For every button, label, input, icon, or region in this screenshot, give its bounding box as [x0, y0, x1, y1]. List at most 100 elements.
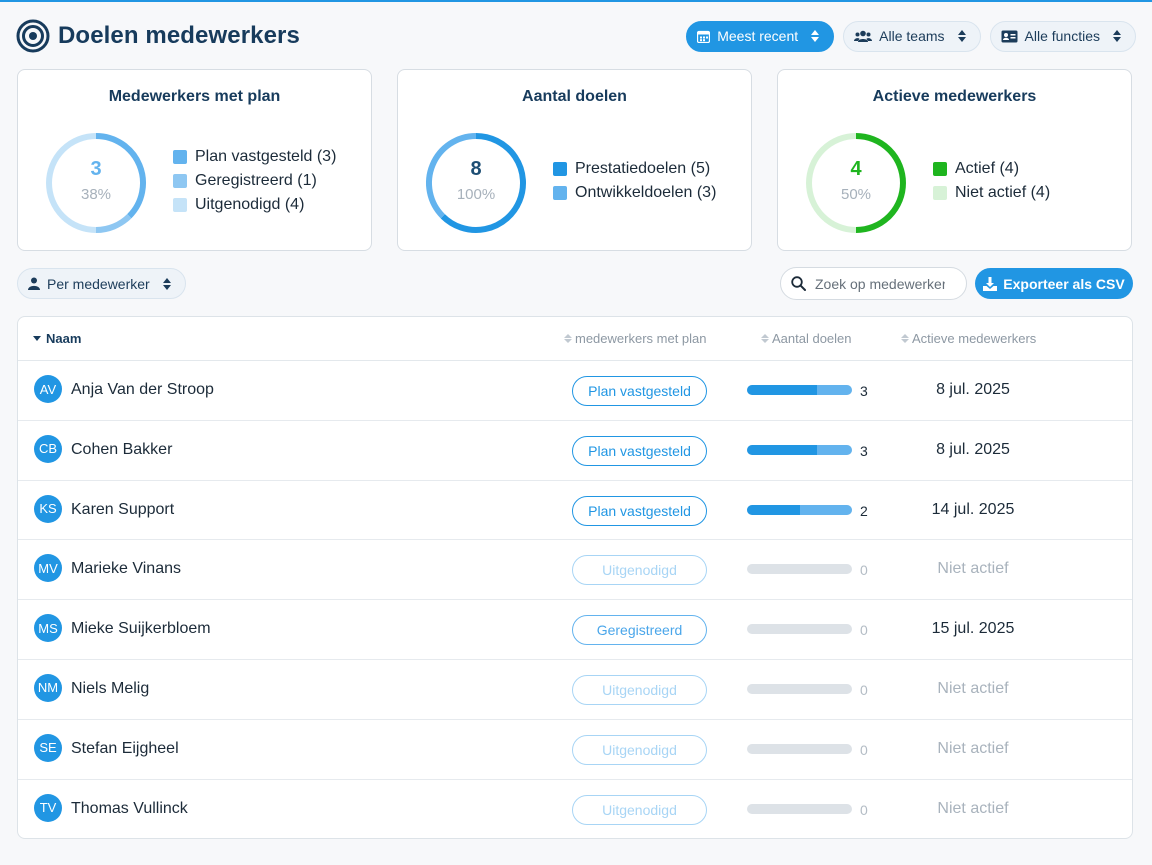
employee-name[interactable]: Marieke Vinans: [71, 560, 181, 578]
donut-segment: [806, 133, 857, 233]
table-row[interactable]: NM Niels Melig Uitgenodigd 0 Niet actief: [18, 660, 1132, 720]
goals-progress-bar: [747, 624, 852, 635]
plan-status-badge: Geregistreerd: [572, 615, 707, 646]
goals-progress-bar: [747, 444, 852, 455]
avatar: NM: [34, 673, 62, 702]
legend-swatch: [173, 198, 187, 212]
goals-progress-bar: [747, 743, 852, 754]
donut-percent: 100%: [456, 186, 496, 203]
last-active: 8 jul. 2025: [936, 381, 1010, 398]
card-active-employees: Actieve medewerkers 4 50% Actief (4) Nie…: [777, 69, 1132, 251]
user-icon: [28, 277, 40, 290]
table-row[interactable]: SE Stefan Eijgheel Uitgenodigd 0 Niet actief: [18, 720, 1132, 780]
legend: Plan vastgesteld (3) Geregistreerd (1) U…: [173, 148, 336, 214]
avatar: AV: [34, 375, 62, 403]
top-accent-line: [0, 0, 1152, 2]
donut-chart: [46, 133, 146, 233]
donut-percent: 50%: [840, 186, 872, 203]
table-row[interactable]: MS Mieke Suijkerbloem Geregistreerd 0 15 jul…: [18, 600, 1132, 660]
donut-value: 3: [90, 158, 102, 180]
employee-name[interactable]: Cohen Bakker: [71, 441, 172, 459]
development-goals-segment: [816, 444, 852, 455]
last-active: 14 jul. 2025: [931, 500, 1015, 518]
column-header-name[interactable]: Naam: [33, 331, 81, 346]
updown-chevron-icon: [811, 30, 820, 42]
goals-progress-bar: [747, 683, 852, 694]
avatar: MS: [34, 614, 62, 643]
legend-swatch: [933, 162, 947, 176]
column-header-active[interactable]: Actieve medewerkers: [901, 331, 1036, 346]
goal-count: 0: [860, 681, 868, 698]
donut-value: 8: [470, 158, 482, 180]
last-active: Niet actief: [937, 560, 1009, 578]
column-header-label: Aantal doelen: [772, 331, 852, 346]
plan-status-badge: Plan vastgesteld: [572, 435, 707, 466]
team-filter-dropdown[interactable]: Alle teams: [843, 20, 981, 52]
function-filter-dropdown[interactable]: Alle functies: [989, 20, 1136, 52]
legend-swatch: [173, 174, 187, 188]
goal-count: 3: [860, 442, 868, 459]
column-header-label: Naam: [46, 331, 82, 346]
goal-count: 0: [860, 741, 868, 758]
group-by-dropdown[interactable]: Per medewerker: [17, 268, 186, 299]
donut-segment: [855, 133, 906, 233]
employee-name[interactable]: Mieke Suijkerbloem: [71, 620, 211, 638]
search-input[interactable]: [815, 275, 945, 292]
page-title: Doelen medewerkers: [58, 22, 300, 49]
donut-chart: [806, 133, 906, 233]
column-header-goals[interactable]: Aantal doelen: [761, 331, 852, 346]
legend-label: Geregistreerd (1): [195, 172, 317, 189]
table-body: AV Anja Van der Stroop Plan vastgesteld 3 8 …: [18, 361, 1132, 838]
legend: Prestatiedoelen (5) Ontwikkeldoelen (3): [553, 160, 716, 202]
target-icon: [16, 19, 50, 53]
table-row[interactable]: CB Cohen Bakker Plan vastgesteld 3 8 jul. 20…: [18, 421, 1132, 481]
table-row[interactable]: AV Anja Van der Stroop Plan vastgesteld 3 8 …: [18, 361, 1132, 421]
donut-segment: [46, 133, 97, 233]
table-row[interactable]: TV Thomas Vullinck Uitgenodigd 0 Niet actief: [18, 780, 1132, 838]
goal-count: 2: [860, 502, 868, 519]
donut-value: 4: [850, 158, 862, 180]
legend-label: Plan vastgesteld (3): [195, 148, 337, 165]
employee-name[interactable]: Karen Support: [71, 501, 174, 519]
employee-name[interactable]: Thomas Vullinck: [71, 800, 188, 818]
goal-count: 0: [860, 562, 868, 579]
last-active: 15 jul. 2025: [931, 620, 1015, 638]
legend-item: Ontwikkeldoelen (3): [553, 184, 716, 202]
last-active: Niet actief: [937, 679, 1009, 697]
group-by-label: Per medewerker: [47, 275, 150, 292]
column-header-plan[interactable]: medewerkers met plan: [564, 331, 707, 346]
avatar: KS: [34, 494, 62, 523]
search-box[interactable]: [780, 267, 967, 300]
legend-label: Prestatiedoelen (5): [575, 160, 711, 177]
last-active: 8 jul. 2025: [936, 440, 1010, 458]
plan-status-badge: Plan vastgesteld: [572, 495, 707, 526]
column-header-label: Actieve medewerkers: [912, 331, 1037, 346]
employee-table: Naam medewerkers met plan Aantal doelen …: [17, 316, 1133, 839]
employee-name[interactable]: Stefan Eijgheel: [71, 740, 179, 758]
table-row[interactable]: KS Karen Support Plan vastgesteld 2 14 jul. …: [18, 481, 1132, 541]
card-employees-with-plan: Medewerkers met plan 3 38% Plan vastgest…: [17, 69, 372, 251]
legend: Actief (4) Niet actief (4): [933, 160, 1050, 202]
donut-percent: 38%: [80, 186, 112, 203]
legend-item: Uitgenodigd (4): [173, 196, 336, 214]
table-header: Naam medewerkers met plan Aantal doelen …: [18, 317, 1132, 361]
goal-count: 3: [860, 383, 868, 399]
legend-label: Uitgenodigd (4): [195, 196, 305, 213]
card-title: Medewerkers met plan: [108, 88, 281, 105]
sort-icon: [564, 334, 572, 343]
avatar: TV: [34, 793, 62, 822]
legend-label: Actief (4): [955, 160, 1020, 177]
export-csv-button[interactable]: Exporteer als CSV: [975, 268, 1133, 299]
sort-filter-label: Meest recent: [717, 28, 799, 44]
export-csv-label: Exporteer als CSV: [1003, 275, 1125, 292]
legend-swatch: [933, 186, 947, 200]
download-icon: [983, 276, 998, 291]
legend-swatch: [553, 186, 567, 200]
sort-filter-dropdown[interactable]: Meest recent: [686, 20, 835, 52]
employee-name[interactable]: Anja Van der Stroop: [71, 381, 214, 399]
legend-item: Niet actief (4): [933, 184, 1050, 202]
plan-status-badge: Uitgenodigd: [572, 674, 707, 705]
legend-label: Ontwikkeldoelen (3): [575, 184, 717, 201]
table-row[interactable]: MV Marieke Vinans Uitgenodigd 0 Niet actief: [18, 540, 1132, 601]
employee-name[interactable]: Niels Melig: [71, 680, 149, 698]
